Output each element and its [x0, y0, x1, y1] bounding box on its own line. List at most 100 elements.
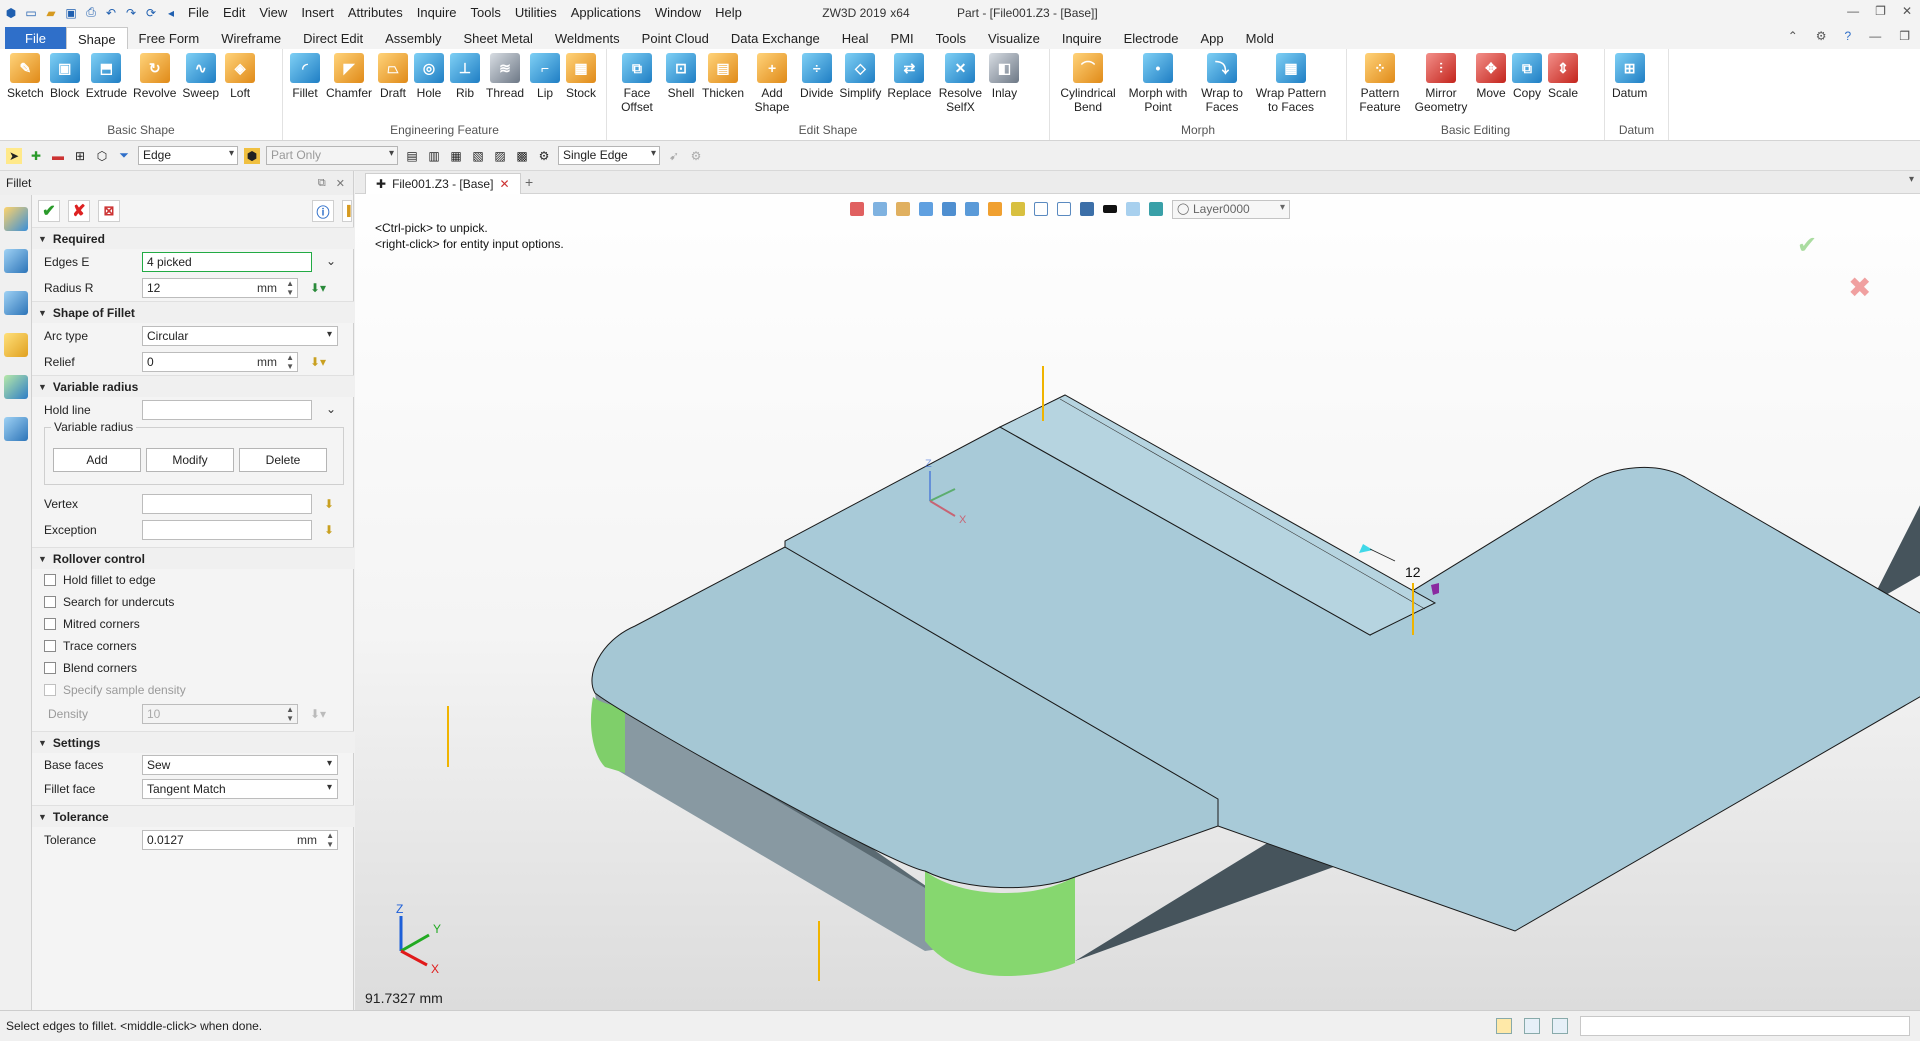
menu-inquire[interactable]: Inquire: [417, 5, 457, 20]
expand-double-chevron-icon[interactable]: ⌄: [326, 254, 336, 268]
sketch-button[interactable]: ✎ Sketch: [4, 53, 47, 100]
status-input-box[interactable]: [1580, 1016, 1910, 1036]
menu-tools[interactable]: Tools: [471, 5, 501, 20]
fillet-face-select[interactable]: Tangent Match: [142, 779, 338, 799]
fillet-button[interactable]: ◜ Fillet: [287, 53, 323, 100]
minimize-doc-icon[interactable]: —: [1869, 29, 1881, 43]
tab-direct-edit[interactable]: Direct Edit: [292, 27, 374, 49]
tab-wireframe[interactable]: Wireframe: [210, 27, 292, 49]
arc-type-select[interactable]: Circular: [142, 326, 338, 346]
part-library-icon[interactable]: [4, 333, 28, 357]
tool-h-icon[interactable]: ⚙: [688, 148, 704, 164]
tool-a-icon[interactable]: ▤: [404, 148, 420, 164]
save-icon[interactable]: ▣: [64, 6, 78, 20]
radius-spinner[interactable]: ▲ ▼: [286, 279, 294, 297]
radius-field[interactable]: 12 mm ▲ ▼: [142, 278, 298, 298]
mirror-geometry-button[interactable]: ⫶ Mirror Geometry: [1409, 53, 1473, 114]
feature-manager-icon[interactable]: [4, 207, 28, 231]
menu-help[interactable]: Help: [715, 5, 742, 20]
tab-app[interactable]: App: [1190, 27, 1235, 49]
tab-visualize[interactable]: Visualize: [977, 27, 1051, 49]
tab-shape[interactable]: Shape: [65, 27, 128, 49]
hexagon-icon[interactable]: ⬡: [94, 148, 110, 164]
hole-button[interactable]: ◎ Hole: [411, 53, 447, 100]
vertex-field[interactable]: [142, 494, 312, 514]
tab-weldments[interactable]: Weldments: [544, 27, 631, 49]
minimize-icon[interactable]: —: [1847, 4, 1859, 18]
section-shape-of-fillet[interactable]: Shape of Fillet: [32, 301, 354, 323]
draft-button[interactable]: ⏢ Draft: [375, 53, 411, 100]
remove-pick-icon[interactable]: ▬: [50, 148, 66, 164]
simplify-button[interactable]: ◇ Simplify: [836, 53, 884, 100]
tab-tools[interactable]: Tools: [925, 27, 977, 49]
menu-utilities[interactable]: Utilities: [515, 5, 557, 20]
tool-c-icon[interactable]: ▦: [448, 148, 464, 164]
blend-corners-checkbox[interactable]: Blend corners: [32, 657, 354, 679]
section-required[interactable]: Required: [32, 227, 354, 249]
new-file-icon[interactable]: ▭: [24, 6, 38, 20]
tab-point-cloud[interactable]: Point Cloud: [631, 27, 720, 49]
wrap-to-faces-button[interactable]: ⤵ Wrap to Faces: [1194, 53, 1250, 114]
app-logo-icon[interactable]: ⬢: [4, 6, 18, 20]
replace-button[interactable]: ⇄ Replace: [884, 53, 934, 100]
mitred-corners-checkbox[interactable]: Mitred corners: [32, 613, 354, 635]
part-scope-icon[interactable]: ⬢: [244, 147, 260, 164]
copy-button[interactable]: ⧉ Copy: [1509, 53, 1545, 100]
filter-combo[interactable]: Edge: [138, 146, 238, 165]
lip-button[interactable]: ⌐ Lip: [527, 53, 563, 100]
settings-gear-icon[interactable]: ⚙: [1816, 29, 1827, 43]
search-undercuts-checkbox[interactable]: Search for undercuts: [32, 591, 354, 613]
loft-button[interactable]: ◈ Loft: [222, 53, 258, 100]
restore-doc-icon[interactable]: ❐: [1899, 29, 1910, 43]
section-tolerance[interactable]: Tolerance: [32, 805, 354, 827]
face-offset-button[interactable]: ⧉ Face Offset: [611, 53, 663, 114]
restore-icon[interactable]: ❐: [1875, 4, 1886, 18]
print-icon[interactable]: ⎙: [84, 5, 98, 20]
ok-button[interactable]: ✔: [38, 200, 60, 222]
add-pick-icon[interactable]: ✚: [28, 148, 44, 164]
delete-button[interactable]: Delete: [239, 448, 327, 472]
tab-inquire[interactable]: Inquire: [1051, 27, 1113, 49]
menu-view[interactable]: View: [259, 5, 287, 20]
base-faces-select[interactable]: Sew: [142, 755, 338, 775]
relief-spinner[interactable]: ▲ ▼: [286, 353, 294, 371]
section-settings[interactable]: Settings: [32, 731, 354, 753]
relief-options-icon[interactable]: ⬇▾: [310, 355, 326, 369]
shell-button[interactable]: ⊡ Shell: [663, 53, 699, 100]
cylindrical-bend-button[interactable]: ⌒ Cylindrical Bend: [1054, 53, 1122, 114]
visual-manager-icon[interactable]: [4, 375, 28, 399]
tab-data-exchange[interactable]: Data Exchange: [720, 27, 831, 49]
status-mode-3-icon[interactable]: [1552, 1018, 1568, 1034]
menu-file[interactable]: File: [188, 5, 209, 20]
close-window-icon[interactable]: ✕: [1902, 4, 1912, 18]
tab-free-form[interactable]: Free Form: [128, 27, 211, 49]
open-folder-icon[interactable]: ▰: [44, 6, 58, 20]
tab-electrode[interactable]: Electrode: [1113, 27, 1190, 49]
pick-options-icon[interactable]: ⊞: [72, 148, 88, 164]
tab-assembly[interactable]: Assembly: [374, 27, 452, 49]
select-arrow-icon[interactable]: ➤: [6, 147, 22, 164]
pick-mode-icon[interactable]: ⚙: [536, 148, 552, 164]
float-panel-icon[interactable]: ⧉: [318, 177, 326, 190]
relief-field[interactable]: 0 mm ▲ ▼: [142, 352, 298, 372]
edges-field[interactable]: 4 picked: [142, 252, 312, 272]
help-panel-button[interactable]: ▐: [342, 200, 352, 222]
chamfer-button[interactable]: ◤ Chamfer: [323, 53, 375, 100]
status-mode-2-icon[interactable]: [1524, 1018, 1540, 1034]
status-mode-1-icon[interactable]: [1496, 1018, 1512, 1034]
block-button[interactable]: ▣ Block: [47, 53, 83, 100]
tool-e-icon[interactable]: ▨: [492, 148, 508, 164]
resolve-selfx-button[interactable]: ✕ Resolve SelfX: [934, 53, 986, 114]
info-button[interactable]: ⓘ: [312, 200, 334, 222]
menu-attributes[interactable]: Attributes: [348, 5, 403, 20]
help-icon[interactable]: ?: [1845, 29, 1852, 43]
modify-button[interactable]: Modify: [146, 448, 234, 472]
morph-with-point-button[interactable]: • Morph with Point: [1122, 53, 1194, 114]
part-model[interactable]: 12 Z X Z Y X: [355, 171, 1920, 1010]
apply-button[interactable]: ⊠: [98, 200, 120, 222]
sweep-button[interactable]: ∿ Sweep: [179, 53, 222, 100]
menu-window[interactable]: Window: [655, 5, 701, 20]
tolerance-field[interactable]: 0.0127 mm ▲ ▼: [142, 830, 338, 850]
hold-line-field[interactable]: [142, 400, 312, 420]
wrap-pattern-button[interactable]: ▦ Wrap Pattern to Faces: [1250, 53, 1332, 114]
